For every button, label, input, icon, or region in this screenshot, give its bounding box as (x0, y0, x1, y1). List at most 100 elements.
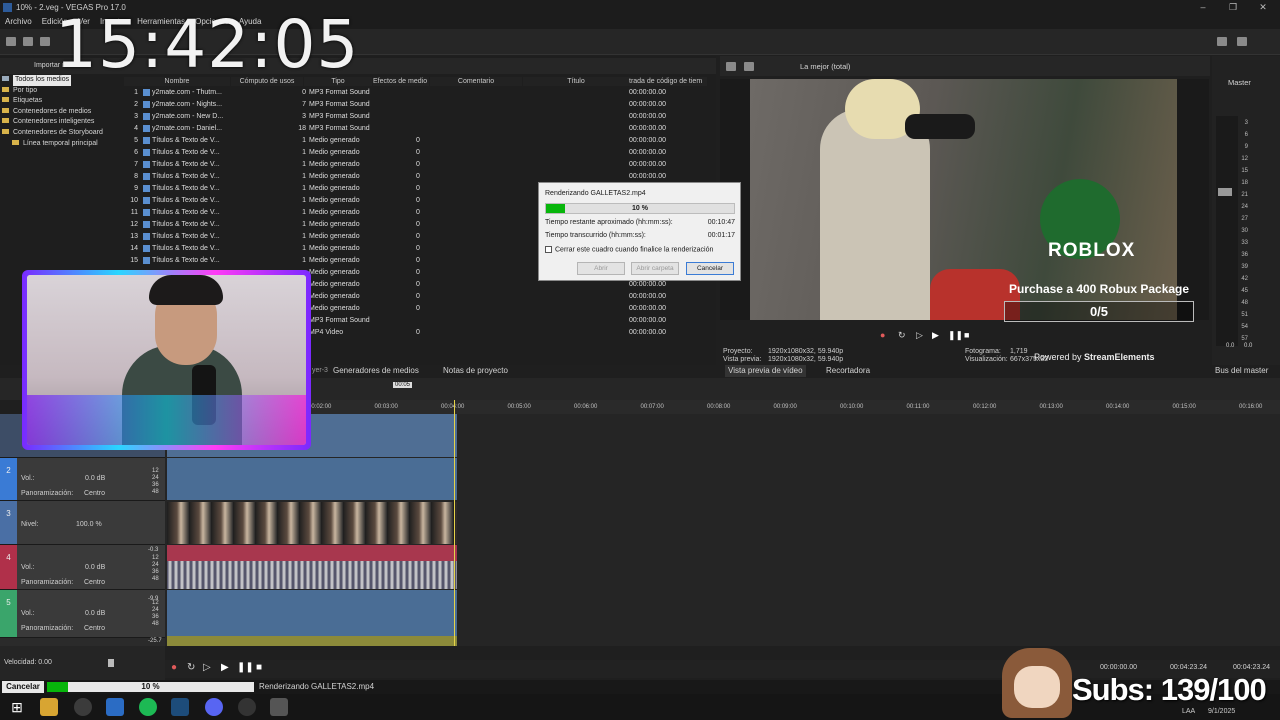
track-2-header[interactable]: 2 Vol.: 0.0 dB Panoramización: Centro (0, 458, 165, 501)
master-fader[interactable] (1218, 188, 1232, 196)
preview-fx-icon[interactable] (744, 62, 754, 71)
ruler-label: 00:08:00 (707, 404, 731, 410)
media-row-uses: 1 (302, 137, 306, 144)
pause-icon[interactable]: ❚❚ (948, 330, 963, 341)
track-4-pan[interactable]: Centro (84, 579, 105, 586)
keyboard-language[interactable]: LAA (1182, 708, 1195, 715)
render-dialog-title: Renderizando GALLETAS2.mp4 (545, 190, 646, 197)
tree-item-media-bins[interactable]: Contenedores de medios (2, 107, 114, 118)
discord-icon[interactable] (205, 698, 223, 716)
playhead-marker[interactable]: 00:05 (393, 382, 413, 388)
audio-clip-4-waveform[interactable] (167, 561, 457, 589)
table-row[interactable]: 4 y2mate.com - Daniel... 18 MP3 Format Soun… (124, 123, 704, 135)
save-project-icon[interactable] (40, 37, 50, 46)
tree-item-tags[interactable]: Etiquetas (2, 96, 114, 107)
stop-icon[interactable]: ■ (964, 330, 969, 340)
playhead-line[interactable] (454, 400, 455, 646)
tab-media-generators[interactable]: Generadores de medios (333, 365, 419, 377)
media-row-uses: 0 (302, 89, 306, 96)
record-icon[interactable]: ● (880, 330, 885, 340)
checkbox-box[interactable] (545, 246, 552, 253)
table-row[interactable]: 3 y2mate.com - New D... 3 MP3 Format Sound 0… (124, 111, 704, 123)
preview-settings-icon[interactable] (726, 62, 736, 71)
settings-icon[interactable] (1217, 37, 1227, 46)
file-explorer-icon[interactable] (40, 698, 58, 716)
tab-project-notes[interactable]: Notas de proyecto (443, 365, 508, 377)
col-title[interactable]: Título (523, 77, 629, 86)
col-timecode[interactable]: trada de código de tiem (629, 77, 707, 86)
spotify-icon[interactable] (139, 698, 157, 716)
table-row[interactable]: 7 Títulos & Texto de V... 1 Medio generado 0… (124, 159, 704, 171)
help-icon[interactable] (1237, 37, 1247, 46)
status-cancel-button[interactable]: Cancelar (2, 681, 44, 693)
timeline-stop-icon[interactable]: ■ (256, 662, 262, 673)
subs-goal-counter: Subs: 139/100 (1072, 672, 1267, 707)
chrome-icon[interactable] (74, 698, 92, 716)
video-clip-3[interactable] (167, 502, 457, 544)
timeline-play-icon[interactable]: ▶ (221, 662, 229, 673)
track-3-level[interactable]: 100.0 % (76, 521, 102, 528)
restore-button[interactable]: ❐ (1218, 0, 1248, 15)
new-project-icon[interactable] (6, 37, 16, 46)
elapsed-time-label: Tiempo transcurrido (hh:mm:ss): (545, 232, 646, 239)
db-mark: 48 (1241, 300, 1248, 306)
preview-quality-dropdown[interactable]: La mejor (total) (800, 62, 850, 71)
close-when-done-label: Cerrar este cuadro cuando finalice la re… (555, 246, 714, 254)
tree-item-by-type[interactable]: Por tipo (2, 86, 114, 97)
open-button[interactable]: Abrir (577, 262, 625, 275)
cancel-render-button[interactable]: Cancelar (686, 262, 734, 275)
media-row-name: Títulos & Texto de V... (152, 245, 220, 252)
track-2-vol[interactable]: 0.0 dB (85, 475, 105, 482)
track-5-vol[interactable]: 0.0 dB (85, 610, 105, 617)
play-from-start-icon[interactable]: ▷ (916, 330, 923, 341)
tree-item-smart-bins[interactable]: Contenedores inteligentes (2, 117, 114, 128)
app-icon[interactable] (270, 698, 288, 716)
audio-clip-2[interactable] (167, 458, 457, 500)
table-row[interactable]: 1 y2mate.com - Thutm... 0 MP3 Format Sound 0… (124, 87, 704, 99)
media-row-type: Medio generado (309, 257, 360, 264)
media-row-fx: 0 (416, 269, 420, 276)
media-row-fx: 0 (416, 173, 420, 180)
timeline-loop-icon[interactable]: ↻ (187, 662, 195, 673)
velocity-slider[interactable] (108, 659, 114, 667)
media-row-type: MP4 Video (309, 329, 344, 336)
menu-archivo[interactable]: Archivo (0, 15, 37, 29)
minimize-button[interactable]: – (1188, 0, 1218, 15)
track-4-header[interactable]: 4 Vol.: 0.0 dB Panoramización: Centro -0… (0, 545, 165, 590)
vegas-taskbar-icon[interactable] (171, 698, 189, 716)
db-mark: 42 (1241, 276, 1248, 282)
audio-clip-5[interactable] (167, 590, 457, 636)
col-comment[interactable]: Comentario (430, 77, 522, 86)
close-window-button[interactable]: ✕ (1248, 0, 1278, 15)
close-when-done-checkbox[interactable]: Cerrar este cuadro cuando finalice la re… (545, 246, 713, 253)
taskbar-date[interactable]: 9/1/2025 (1208, 708, 1235, 715)
timeline-record-icon[interactable]: ● (171, 662, 177, 673)
track-4-vol[interactable]: 0.0 dB (85, 564, 105, 571)
track-5-header[interactable]: 5 Vol.: 0.0 dB Panoramización: Centro -9… (0, 590, 165, 638)
table-row[interactable]: 5 Títulos & Texto de V... 1 Medio generado 0… (124, 135, 704, 147)
open-project-icon[interactable] (23, 37, 33, 46)
tree-item-main-timeline[interactable]: Línea temporal principal (2, 139, 114, 150)
media-row-number: 4 (134, 125, 138, 132)
timeline-play-start-icon[interactable]: ▷ (203, 662, 211, 673)
open-folder-button[interactable]: Abrir carpeta (631, 262, 679, 275)
audio-clip-6[interactable] (167, 636, 457, 646)
media-row-number: 3 (134, 113, 138, 120)
table-row[interactable]: 2 y2mate.com - Nights... 7 MP3 Format Sound… (124, 99, 704, 111)
obs-icon[interactable] (238, 698, 256, 716)
track-3-header[interactable]: 3 Nivel: 100.0 % (0, 501, 165, 545)
audio-clip-4-header[interactable] (167, 545, 457, 561)
tab-master-bus[interactable]: Bus del master (1215, 365, 1268, 377)
play-icon[interactable]: ▶ (932, 330, 939, 341)
tree-item-storyboard-bins[interactable]: Contenedores de Storyboard (2, 128, 114, 139)
col-media-fx[interactable]: Efectos de medio (373, 77, 429, 86)
loop-icon[interactable]: ↻ (898, 330, 906, 341)
store-icon[interactable] (106, 698, 124, 716)
table-row[interactable]: 6 Títulos & Texto de V... 1 Medio generado 0… (124, 147, 704, 159)
timeline-pause-icon[interactable]: ❚❚ (237, 662, 254, 673)
track-5-pan[interactable]: Centro (84, 625, 105, 632)
tab-video-preview[interactable]: Vista previa de vídeo (725, 365, 806, 377)
windows-start-icon[interactable]: ⊞ (8, 698, 26, 716)
tab-trimmer[interactable]: Recortadora (826, 365, 870, 377)
track-2-pan[interactable]: Centro (84, 490, 105, 497)
